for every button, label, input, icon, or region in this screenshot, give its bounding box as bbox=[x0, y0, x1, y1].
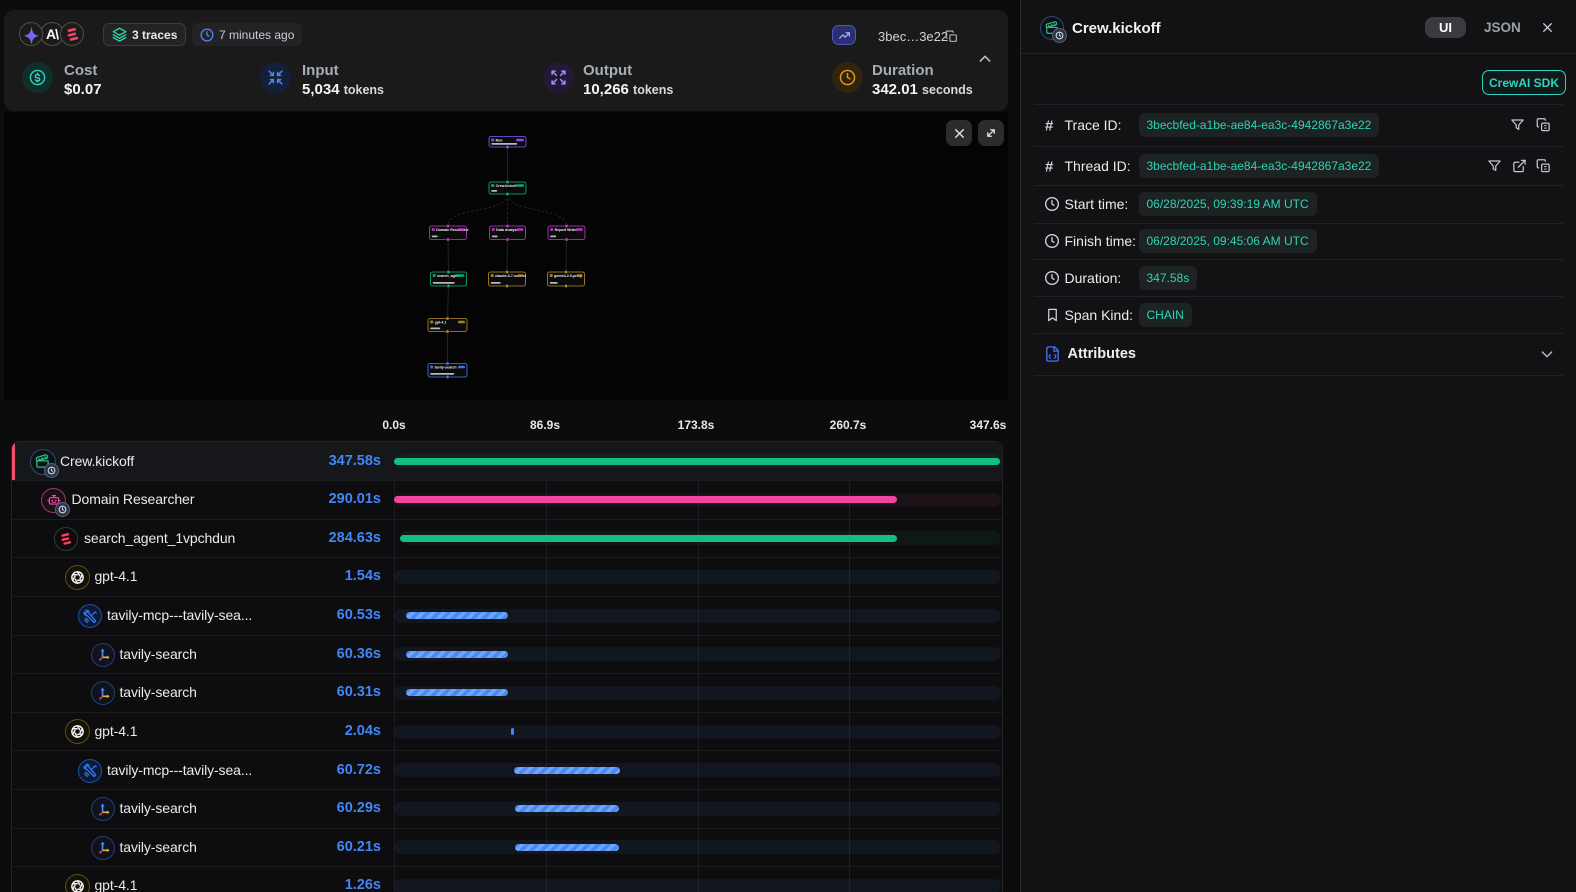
svg-text:gpt-4.1: gpt-4.1 bbox=[435, 320, 447, 324]
svg-text:Crew.kickoff: Crew.kickoff bbox=[496, 184, 518, 188]
svg-text:Run: Run bbox=[496, 138, 503, 142]
svg-text:Data Analyst: Data Analyst bbox=[496, 228, 518, 232]
svg-text:Report Writer: Report Writer bbox=[555, 228, 578, 232]
svg-text:tavily-search: tavily-search bbox=[435, 365, 457, 369]
